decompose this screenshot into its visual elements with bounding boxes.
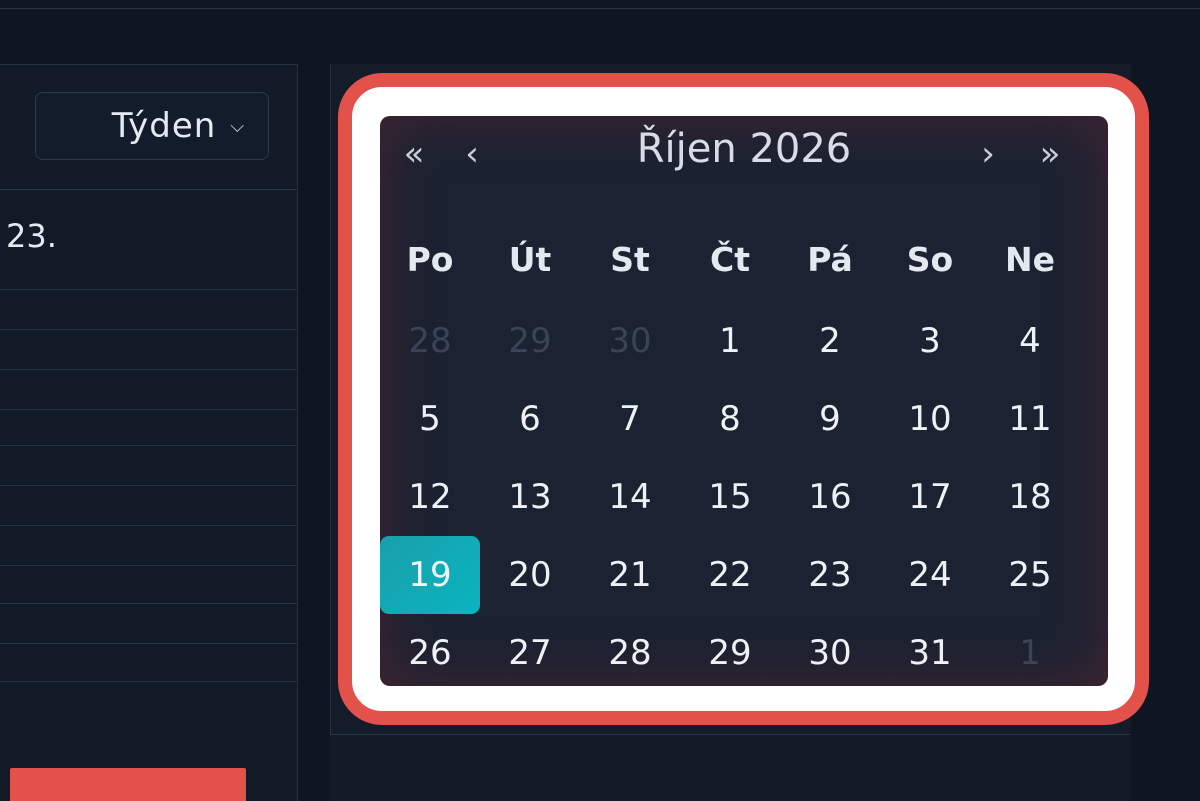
- hour-grid-line: [0, 525, 297, 526]
- panel-divider: [0, 189, 297, 190]
- weekday-label: Po: [406, 240, 454, 279]
- view-mode-label: Týden: [111, 106, 217, 146]
- calendar-day[interactable]: 22: [680, 536, 780, 614]
- weekday-label: Čt: [710, 240, 750, 279]
- calendar-day[interactable]: 21: [580, 536, 680, 614]
- calendar-day[interactable]: 7: [580, 380, 680, 458]
- calendar-day-selected[interactable]: 19: [380, 536, 480, 614]
- calendar-day[interactable]: 17: [880, 458, 980, 536]
- top-bar: [0, 0, 1200, 9]
- calendar-day[interactable]: 29: [480, 302, 580, 380]
- calendar-day[interactable]: 30: [780, 614, 880, 686]
- hour-grid-line: [0, 565, 297, 566]
- hour-grid-line: [0, 643, 297, 644]
- calendar-day[interactable]: 16: [780, 458, 880, 536]
- calendar-day[interactable]: 6: [480, 380, 580, 458]
- weekday-label: Pá: [807, 240, 853, 279]
- next-year-button[interactable]: »: [1026, 130, 1074, 178]
- weekday-label: St: [610, 240, 650, 279]
- chevron-down-icon: ⌵: [230, 115, 244, 137]
- calendar-day[interactable]: 9: [780, 380, 880, 458]
- calendar-day[interactable]: 4: [980, 302, 1080, 380]
- event-block[interactable]: [10, 768, 246, 801]
- day-column-date: 23.: [6, 217, 57, 255]
- calendar-header: « ‹ Říjen 2026 › »: [380, 116, 1108, 192]
- calendar-day[interactable]: 30: [580, 302, 680, 380]
- calendar-day[interactable]: 28: [580, 614, 680, 686]
- week-view-panel: Týden ⌵ 23.: [0, 64, 298, 801]
- calendar-day[interactable]: 23: [780, 536, 880, 614]
- calendar-day[interactable]: 28: [380, 302, 480, 380]
- calendar-day[interactable]: 5: [380, 380, 480, 458]
- calendar-day[interactable]: 1: [680, 302, 780, 380]
- sidebar-lower-section: [330, 734, 1130, 801]
- hour-grid-line: [0, 603, 297, 604]
- calendar-day[interactable]: 15: [680, 458, 780, 536]
- calendar-day[interactable]: 31: [880, 614, 980, 686]
- view-mode-select[interactable]: Týden ⌵: [35, 92, 269, 160]
- hour-grid-line: [0, 409, 297, 410]
- calendar-day[interactable]: 1: [980, 614, 1080, 686]
- calendar-day[interactable]: 3: [880, 302, 980, 380]
- calendar-day[interactable]: 14: [580, 458, 680, 536]
- mini-calendar: « ‹ Říjen 2026 › » Po Út St Čt Pá So Ne …: [380, 116, 1108, 686]
- hour-grid-line: [0, 329, 297, 330]
- calendar-day[interactable]: 12: [380, 458, 480, 536]
- calendar-day[interactable]: 13: [480, 458, 580, 536]
- calendar-day[interactable]: 29: [680, 614, 780, 686]
- hour-grid-line: [0, 445, 297, 446]
- calendar-day[interactable]: 25: [980, 536, 1080, 614]
- weekday-label: Út: [508, 240, 552, 279]
- calendar-day[interactable]: 8: [680, 380, 780, 458]
- weekday-label: Ne: [1005, 240, 1055, 279]
- calendar-day[interactable]: 24: [880, 536, 980, 614]
- calendar-day[interactable]: 2: [780, 302, 880, 380]
- calendar-day[interactable]: 26: [380, 614, 480, 686]
- hour-grid-line: [0, 485, 297, 486]
- next-month-button[interactable]: ›: [964, 130, 1012, 178]
- weekday-label: So: [906, 240, 954, 279]
- hour-grid-line: [0, 681, 297, 682]
- calendar-day[interactable]: 11: [980, 380, 1080, 458]
- calendar-day[interactable]: 10: [880, 380, 980, 458]
- hour-grid-line: [0, 289, 297, 290]
- calendar-day[interactable]: 18: [980, 458, 1080, 536]
- hour-grid-line: [0, 369, 297, 370]
- calendar-day[interactable]: 27: [480, 614, 580, 686]
- calendar-day[interactable]: 20: [480, 536, 580, 614]
